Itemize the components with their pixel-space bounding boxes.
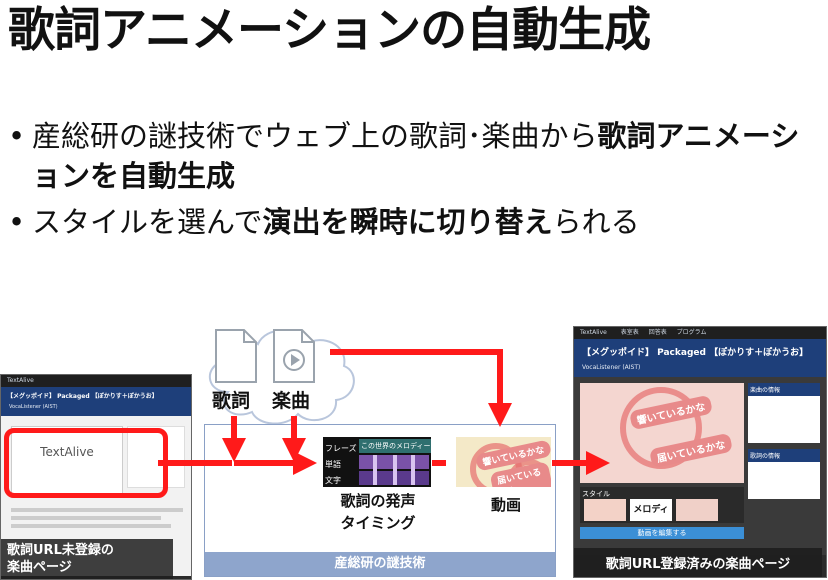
arrow-music-to-video [330,349,512,427]
flow-arrows [158,349,610,475]
